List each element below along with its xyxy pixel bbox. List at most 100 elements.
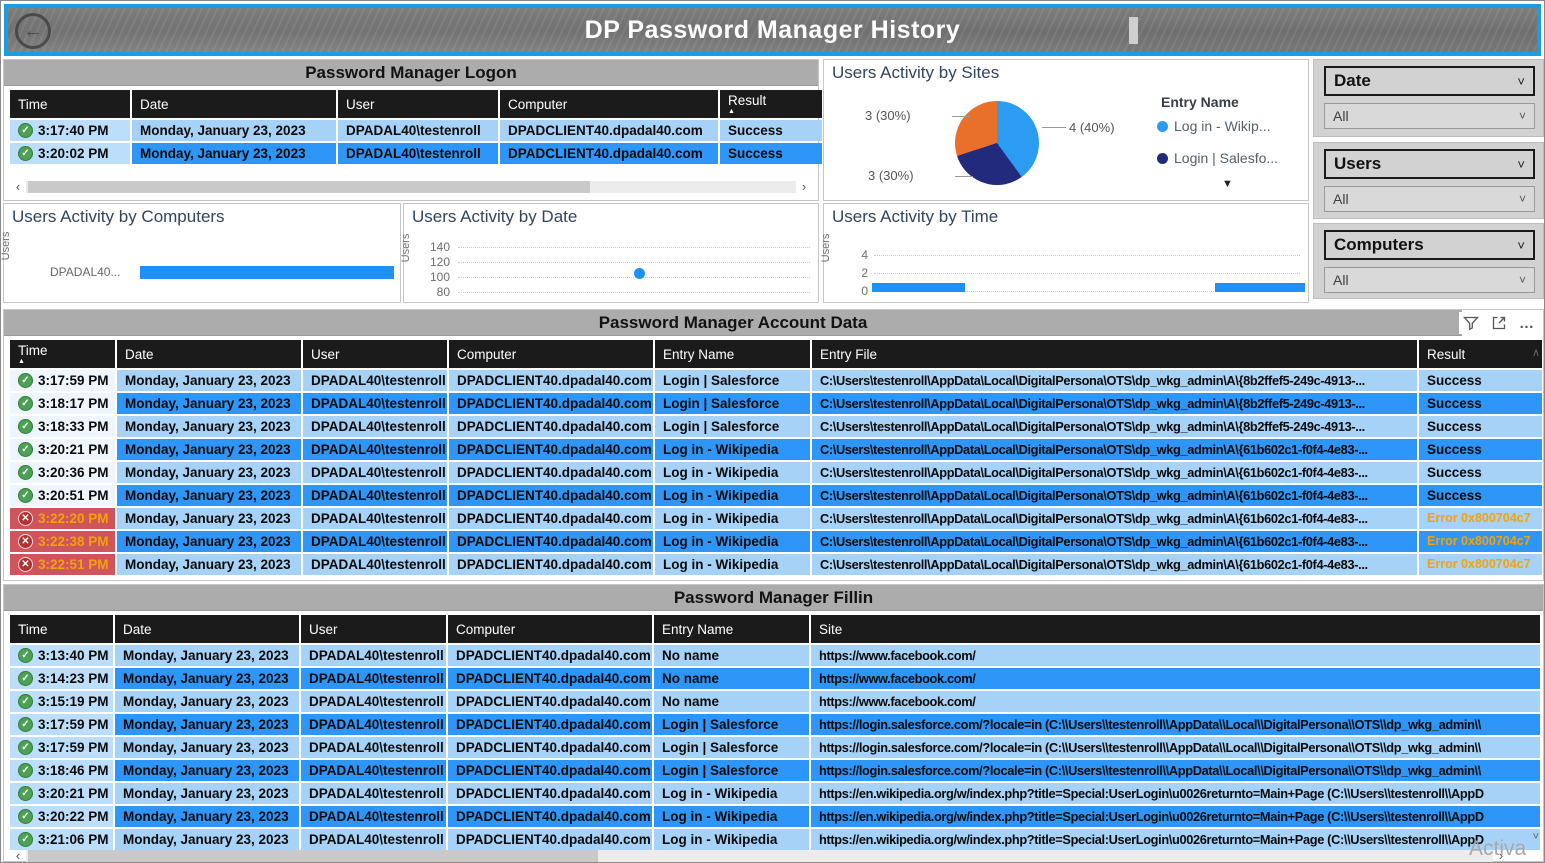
scroll-up-icon[interactable]: ∧ xyxy=(1532,346,1540,359)
computer-cell: DPADCLIENT40.dpadal40.com xyxy=(448,783,652,804)
fillin-col-entry-name[interactable]: Entry Name xyxy=(654,615,809,643)
fillin-col-time[interactable]: Time xyxy=(10,615,113,643)
date-cell: Monday, January 23, 2023 xyxy=(117,531,301,552)
slicer-users-header[interactable]: Users ˅ xyxy=(1324,149,1535,179)
account-row[interactable]: ✓3:20:51 PMMonday, January 23, 2023DPADA… xyxy=(10,485,1543,506)
account-col-result[interactable]: Result xyxy=(1419,340,1542,368)
time-value: 3:15:19 PM xyxy=(38,692,109,711)
time-value: 3:17:59 PM xyxy=(38,371,109,390)
success-icon: ✓ xyxy=(18,671,33,686)
entry-name-cell: Log in - Wikipedia xyxy=(655,439,810,460)
computers-bar[interactable] xyxy=(140,266,394,279)
account-row[interactable]: ✓3:20:36 PMMonday, January 23, 2023DPADA… xyxy=(10,462,1543,483)
logon-row[interactable]: ✓3:20:02 PMMonday, January 23, 2023DPADA… xyxy=(10,143,818,164)
fillin-row[interactable]: ✓3:18:46 PMMonday, January 23, 2023DPADA… xyxy=(10,760,1543,781)
user-cell: DPADAL40\testenroll xyxy=(301,760,446,781)
slicer-date-header[interactable]: Date ˅ xyxy=(1324,66,1535,96)
fillin-col-site[interactable]: Site xyxy=(811,615,1540,643)
time-cell: ✓3:20:02 PM xyxy=(10,143,130,164)
slicer-computers-header[interactable]: Computers ˅ xyxy=(1324,230,1535,260)
account-col-computer[interactable]: Computer xyxy=(449,340,653,368)
computer-cell: DPADCLIENT40.dpadal40.com xyxy=(448,737,652,758)
account-row[interactable]: ✓3:17:59 PMMonday, January 23, 2023DPADA… xyxy=(10,370,1543,391)
fillin-row[interactable]: ✓3:13:40 PMMonday, January 23, 2023DPADA… xyxy=(10,645,1543,666)
focus-mode-icon[interactable] xyxy=(1489,313,1509,333)
time-value: 3:18:33 PM xyxy=(38,417,109,436)
slicer-users-dropdown[interactable]: All ˅ xyxy=(1324,186,1535,212)
success-icon: ✓ xyxy=(18,373,33,388)
legend-item-wikipedia[interactable]: Log in - Wikip... xyxy=(1157,118,1270,134)
logon-hscrollbar[interactable]: ‹ › xyxy=(10,180,812,194)
account-col-entry-name[interactable]: Entry Name xyxy=(655,340,810,368)
success-icon: ✓ xyxy=(18,809,33,824)
fillin-hscrollbar[interactable]: ‹ › xyxy=(10,849,1509,863)
entry-name-cell: Login | Salesforce xyxy=(655,393,810,414)
logon-scroll-thumb[interactable] xyxy=(28,181,590,193)
ytick: 2 xyxy=(842,266,868,280)
fillin-row[interactable]: ✓3:21:06 PMMonday, January 23, 2023DPADA… xyxy=(10,829,1543,850)
account-row[interactable]: ✕3:22:38 PMMonday, January 23, 2023DPADA… xyxy=(10,531,1543,552)
scroll-down-icon[interactable]: ˅ xyxy=(1533,831,1539,843)
logon-col-computer[interactable]: Computer xyxy=(500,90,718,118)
site-cell: https://en.wikipedia.org/w/index.php?tit… xyxy=(811,806,1540,827)
logon-col-result[interactable]: Result▲ xyxy=(720,90,822,118)
time-cell: ✕3:22:20 PM xyxy=(10,508,115,529)
logon-col-date[interactable]: Date xyxy=(132,90,336,118)
entry-name-cell: No name xyxy=(654,691,809,712)
success-icon: ✓ xyxy=(18,648,33,663)
time-bar-left[interactable] xyxy=(872,283,965,292)
time-value: 3:17:59 PM xyxy=(38,738,109,757)
fillin-col-date[interactable]: Date xyxy=(115,615,299,643)
account-row[interactable]: ✓3:18:17 PMMonday, January 23, 2023DPADA… xyxy=(10,393,1543,414)
user-cell: DPADAL40\testenroll xyxy=(301,645,446,666)
user-cell: DPADAL40\testenroll xyxy=(303,554,447,575)
fillin-row[interactable]: ✓3:20:21 PMMonday, January 23, 2023DPADA… xyxy=(10,783,1543,804)
cursor-bar xyxy=(1129,17,1138,44)
legend-item-salesforce[interactable]: Login | Salesfo... xyxy=(1157,150,1278,166)
entry-file-cell: C:\Users\testenroll\AppData\Local\Digita… xyxy=(812,554,1417,575)
slicer-date-dropdown[interactable]: All ˅ xyxy=(1324,103,1535,129)
ytick: 0 xyxy=(842,284,868,298)
scroll-left-icon[interactable]: ‹ xyxy=(10,180,26,194)
fillin-row[interactable]: ✓3:14:23 PMMonday, January 23, 2023DPADA… xyxy=(10,668,1543,689)
scroll-right-icon[interactable]: › xyxy=(796,180,812,194)
fillin-row[interactable]: ✓3:20:22 PMMonday, January 23, 2023DPADA… xyxy=(10,806,1543,827)
ytick: 4 xyxy=(842,248,868,262)
legend-expand-icon[interactable]: ▼ xyxy=(1222,178,1233,190)
account-col-time[interactable]: Time▲ xyxy=(10,340,115,368)
time-bar-right[interactable] xyxy=(1215,283,1305,292)
fillin-scroll-track[interactable] xyxy=(26,850,1493,862)
account-col-user[interactable]: User xyxy=(303,340,447,368)
entry-file-cell: C:\Users\testenroll\AppData\Local\Digita… xyxy=(812,393,1417,414)
date-data-point[interactable] xyxy=(634,268,645,279)
time-cell: ✓3:14:23 PM xyxy=(10,668,113,689)
account-col-entry-file[interactable]: Entry File xyxy=(812,340,1417,368)
fillin-row[interactable]: ✓3:15:19 PMMonday, January 23, 2023DPADA… xyxy=(10,691,1543,712)
more-options-icon[interactable]: … xyxy=(1517,313,1537,333)
pie-chart[interactable] xyxy=(955,101,1039,185)
account-row[interactable]: ✓3:18:33 PMMonday, January 23, 2023DPADA… xyxy=(10,416,1543,437)
scroll-left-icon[interactable]: ‹ xyxy=(10,849,26,863)
logon-row[interactable]: ✓3:17:40 PMMonday, January 23, 2023DPADA… xyxy=(10,120,818,141)
fillin-col-user[interactable]: User xyxy=(301,615,446,643)
account-row[interactable]: ✓3:20:21 PMMonday, January 23, 2023DPADA… xyxy=(10,439,1543,460)
filter-icon[interactable] xyxy=(1461,313,1481,333)
fillin-row[interactable]: ✓3:17:59 PMMonday, January 23, 2023DPADA… xyxy=(10,737,1543,758)
fillin-row[interactable]: ✓3:17:59 PMMonday, January 23, 2023DPADA… xyxy=(10,714,1543,735)
logon-scroll-track[interactable] xyxy=(26,181,796,193)
account-col-date[interactable]: Date xyxy=(117,340,301,368)
logon-col-time[interactable]: Time xyxy=(10,90,130,118)
logon-table: TimeDateUserComputerResult▲ ✓3:17:40 PMM… xyxy=(4,86,818,164)
dashboard-canvas: ← DP Password Manager History Password M… xyxy=(0,0,1545,863)
account-row[interactable]: ✕3:22:20 PMMonday, January 23, 2023DPADA… xyxy=(10,508,1543,529)
date-cell: Monday, January 23, 2023 xyxy=(115,691,299,712)
fillin-scroll-thumb[interactable] xyxy=(28,850,598,862)
account-row[interactable]: ✕3:22:51 PMMonday, January 23, 2023DPADA… xyxy=(10,554,1543,575)
slicer-computers-dropdown[interactable]: All ˅ xyxy=(1324,267,1535,293)
header-banner: ← DP Password Manager History xyxy=(4,4,1541,56)
time-cell: ✓3:20:51 PM xyxy=(10,485,115,506)
logon-col-user[interactable]: User xyxy=(338,90,498,118)
date-cell: Monday, January 23, 2023 xyxy=(117,416,301,437)
entry-file-cell: C:\Users\testenroll\AppData\Local\Digita… xyxy=(812,370,1417,391)
fillin-col-computer[interactable]: Computer xyxy=(448,615,652,643)
